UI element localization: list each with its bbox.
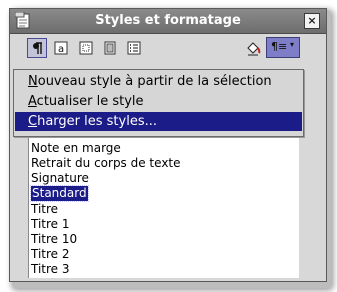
list-item[interactable]: Note en marge — [31, 141, 121, 156]
menu-item-label: harger les styles... — [37, 114, 157, 129]
menu-item-new-style-from-selection[interactable]: Nouveau style à partir de la sélection — [15, 72, 302, 91]
style-toolbar: a ¶≡ ▾ — [10, 34, 326, 62]
paint-bucket-icon — [247, 42, 261, 56]
title-bar[interactable]: Styles et formatage × — [10, 9, 326, 34]
menu-item-load-styles[interactable]: Charger les styles... — [15, 112, 302, 131]
menu-mnemonic: A — [28, 94, 37, 109]
close-button[interactable]: × — [304, 13, 320, 29]
app-window-icon — [14, 11, 31, 29]
frame-styles-button[interactable] — [76, 38, 96, 58]
list-styles-button[interactable] — [124, 38, 144, 58]
list-item[interactable]: Retrait du corps de texte — [31, 156, 181, 171]
paragraph-styles-button[interactable] — [27, 38, 47, 58]
new-style-icon: ¶≡ — [271, 40, 288, 53]
list-item[interactable]: Titre 2 — [31, 247, 70, 262]
menu-item-update-style[interactable]: Actualiser le style — [15, 92, 302, 111]
list-item-selected[interactable]: Standard — [30, 185, 89, 202]
svg-text:a: a — [58, 44, 64, 55]
close-icon: × — [307, 14, 317, 27]
menu-item-label: ouveau style à partir de la sélection — [37, 74, 272, 89]
page-styles-button[interactable] — [100, 38, 120, 58]
window-title: Styles et formatage — [95, 13, 241, 28]
frame-icon — [79, 41, 93, 55]
list-item[interactable]: Titre 10 — [31, 232, 77, 247]
character-styles-button[interactable]: a — [51, 38, 71, 58]
list-item[interactable]: Signature — [31, 171, 89, 186]
new-style-dropdown-menu: Nouveau style à partir de la sélection A… — [13, 69, 304, 137]
list-item[interactable]: Titre 1 — [31, 217, 70, 232]
character-a-icon: a — [54, 41, 68, 55]
styles-formatting-window: Styles et formatage × a ¶≡ ▾ Note en mar… — [9, 8, 327, 282]
list-icon — [127, 41, 141, 55]
menu-mnemonic: C — [28, 114, 38, 129]
page-icon — [104, 41, 116, 55]
list-item[interactable]: Titre — [31, 202, 58, 217]
pilcrow-icon — [33, 42, 42, 54]
chevron-down-icon: ▾ — [290, 40, 295, 49]
fill-format-mode-button[interactable] — [242, 38, 262, 58]
menu-item-label: ctualiser le style — [36, 94, 144, 109]
menu-mnemonic: N — [28, 74, 38, 89]
new-style-menu-button[interactable]: ¶≡ ▾ — [266, 37, 300, 58]
styles-list[interactable]: Formule finale Note en marge Retrait du … — [28, 130, 299, 278]
list-item[interactable]: Titre 3 — [31, 262, 70, 277]
